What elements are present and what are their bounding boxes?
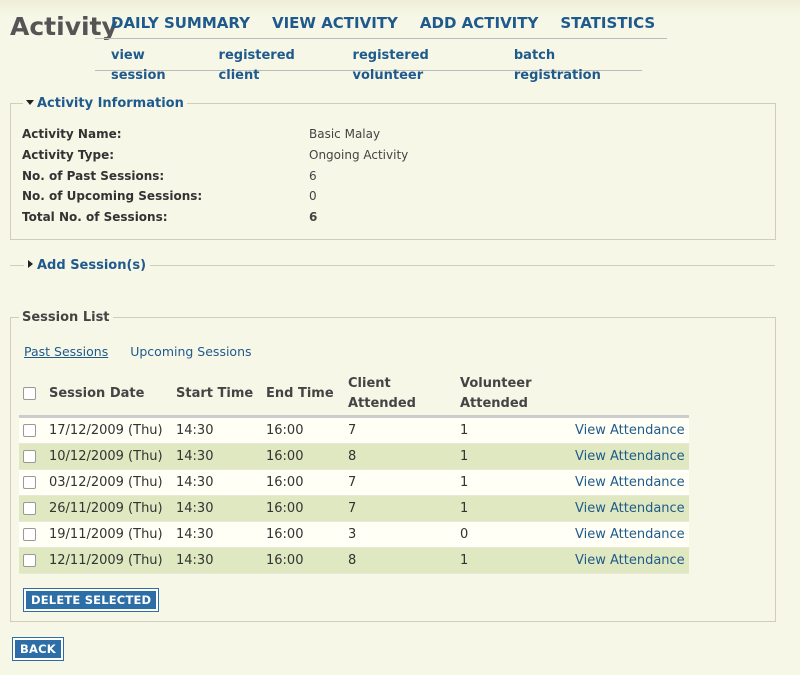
end-time-cell: 16:00 <box>262 469 344 496</box>
session-date-cell: 19/11/2009 (Thu) <box>45 521 172 548</box>
session-table: Session Date Start Time End Time Client A… <box>19 373 689 574</box>
end-time-cell: 16:00 <box>262 416 344 444</box>
nav-add-activity[interactable]: ADD ACTIVITY <box>420 12 538 38</box>
client-attended-cell: 7 <box>344 469 456 496</box>
volunteer-attended-cell: 1 <box>456 495 571 522</box>
session-date-cell: 17/12/2009 (Thu) <box>45 416 172 444</box>
session-tabs: Past Sessions Upcoming Sessions <box>14 344 270 359</box>
start-time-cell: 14:30 <box>172 469 262 496</box>
volunteer-attended-cell: 1 <box>456 469 571 496</box>
row-checkbox[interactable] <box>23 554 36 567</box>
header-client-attended[interactable]: Client Attended <box>344 373 456 418</box>
start-time-cell: 14:30 <box>172 547 262 574</box>
session-list-legend: Session List <box>22 310 110 325</box>
main-nav: DAILY SUMMARY VIEW ACTIVITY ADD ACTIVITY… <box>95 12 667 39</box>
subnav-view-session[interactable]: view session <box>111 46 197 83</box>
start-time-cell: 14:30 <box>172 495 262 522</box>
start-time-cell: 14:30 <box>172 416 262 444</box>
volunteer-attended-cell: 1 <box>456 547 571 574</box>
header-end-time[interactable]: End Time <box>262 373 344 418</box>
end-time-cell: 16:00 <box>262 521 344 548</box>
back-button[interactable]: BACK <box>12 637 64 661</box>
table-row: 26/11/2009 (Thu) 14:30 16:00 7 1 View At… <box>19 495 689 522</box>
header-session-date[interactable]: Session Date <box>45 373 172 418</box>
nav-view-activity[interactable]: VIEW ACTIVITY <box>272 12 398 38</box>
nav-statistics[interactable]: STATISTICS <box>560 12 655 38</box>
start-time-cell: 14:30 <box>172 443 262 470</box>
select-all-checkbox[interactable] <box>23 387 36 400</box>
client-attended-cell: 7 <box>344 416 456 444</box>
session-date-cell: 10/12/2009 (Thu) <box>45 443 172 470</box>
table-header-row: Session Date Start Time End Time Client A… <box>19 373 689 418</box>
subnav-registered-client[interactable]: registered client <box>219 46 331 83</box>
table-row: 10/12/2009 (Thu) 14:30 16:00 8 1 View At… <box>19 443 689 470</box>
row-checkbox[interactable] <box>23 476 36 489</box>
expand-arrow-icon <box>28 260 33 268</box>
view-attendance-link[interactable]: View Attendance <box>575 423 685 438</box>
row-checkbox[interactable] <box>23 424 36 437</box>
start-time-cell: 14:30 <box>172 521 262 548</box>
activity-info-legend[interactable]: Activity Information <box>23 96 187 111</box>
end-time-cell: 16:00 <box>262 547 344 574</box>
header-actions <box>571 373 689 418</box>
table-row: 19/11/2009 (Thu) 14:30 16:00 3 0 View At… <box>19 521 689 548</box>
nav-daily-summary[interactable]: DAILY SUMMARY <box>111 12 250 38</box>
view-attendance-link[interactable]: View Attendance <box>575 475 685 490</box>
row-checkbox[interactable] <box>23 450 36 463</box>
tab-past-sessions[interactable]: Past Sessions <box>24 344 108 359</box>
tab-upcoming-sessions[interactable]: Upcoming Sessions <box>130 344 251 359</box>
view-attendance-link[interactable]: View Attendance <box>575 449 685 464</box>
table-row: 12/11/2009 (Thu) 14:30 16:00 8 1 View At… <box>19 547 689 574</box>
collapse-arrow-icon <box>26 100 34 105</box>
subnav-registered-volunteer[interactable]: registered volunteer <box>353 46 492 83</box>
table-row: 03/12/2009 (Thu) 14:30 16:00 7 1 View At… <box>19 469 689 496</box>
end-time-cell: 16:00 <box>262 443 344 470</box>
client-attended-cell: 3 <box>344 521 456 548</box>
client-attended-cell: 8 <box>344 443 456 470</box>
header-start-time[interactable]: Start Time <box>172 373 262 418</box>
subnav-batch-registration[interactable]: batch registration <box>514 46 636 83</box>
view-attendance-link[interactable]: View Attendance <box>575 553 685 568</box>
header-volunteer-attended[interactable]: Volunteer Attended <box>456 373 571 418</box>
volunteer-attended-cell: 1 <box>456 443 571 470</box>
volunteer-attended-cell: 0 <box>456 521 571 548</box>
session-date-cell: 03/12/2009 (Thu) <box>45 469 172 496</box>
row-checkbox[interactable] <box>23 502 36 515</box>
session-date-cell: 26/11/2009 (Thu) <box>45 495 172 522</box>
end-time-cell: 16:00 <box>262 495 344 522</box>
sub-nav: view session registered client registere… <box>95 46 642 83</box>
row-checkbox[interactable] <box>23 528 36 541</box>
volunteer-attended-cell: 1 <box>456 416 571 444</box>
client-attended-cell: 8 <box>344 547 456 574</box>
client-attended-cell: 7 <box>344 495 456 522</box>
view-attendance-link[interactable]: View Attendance <box>575 501 685 516</box>
view-attendance-link[interactable]: View Attendance <box>575 527 685 542</box>
table-row: 17/12/2009 (Thu) 14:30 16:00 7 1 View At… <box>19 416 689 444</box>
add-session-toggle[interactable]: Add Session(s) <box>24 258 151 273</box>
delete-selected-button[interactable]: DELETE SELECTED <box>22 588 160 612</box>
session-date-cell: 12/11/2009 (Thu) <box>45 547 172 574</box>
